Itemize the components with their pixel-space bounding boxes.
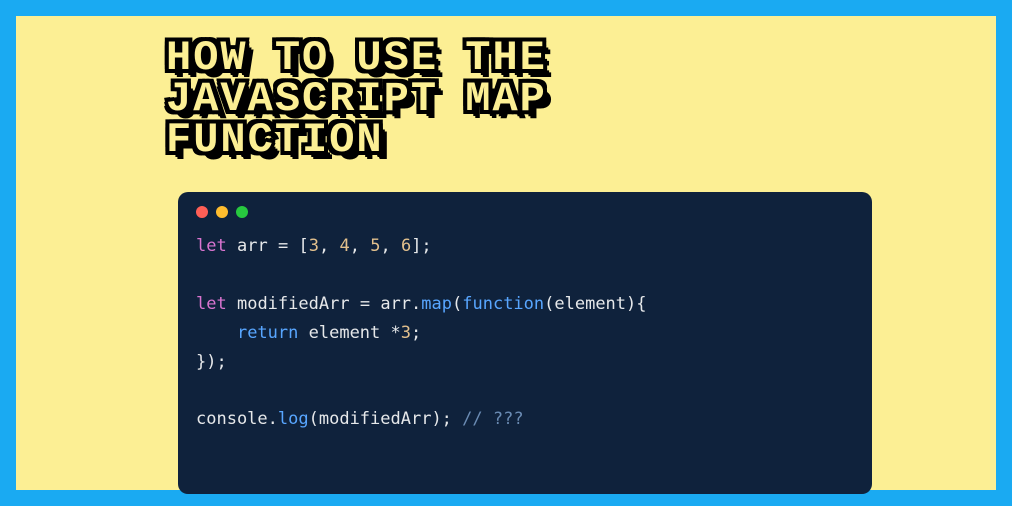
minimize-icon xyxy=(216,206,228,218)
code-expr: element xyxy=(309,323,391,343)
code-editor-window: let arr = [3, 4, 5, 6]; let modifiedArr … xyxy=(178,192,872,494)
code-paren: ( xyxy=(452,294,462,314)
code-comma: , xyxy=(380,236,390,256)
code-comma: , xyxy=(350,236,360,256)
code-dot: . xyxy=(268,409,278,429)
code-keyword: function xyxy=(462,294,544,314)
code-ident: modifiedArr xyxy=(237,294,350,314)
code-block: let arr = [3, 4, 5, 6]; let modifiedArr … xyxy=(196,232,854,434)
code-indent xyxy=(196,323,237,343)
code-args: (modifiedArr); xyxy=(309,409,452,429)
code-number: 3 xyxy=(401,323,411,343)
code-comment: // ??? xyxy=(462,409,523,429)
code-keyword: return xyxy=(237,323,298,343)
code-method: log xyxy=(278,409,309,429)
code-number: 4 xyxy=(339,236,349,256)
code-comma: , xyxy=(319,236,329,256)
code-dot: . xyxy=(411,294,421,314)
code-keyword: let xyxy=(196,294,227,314)
page-title: How to use the JavaScript map function xyxy=(166,38,547,161)
code-params: (element){ xyxy=(544,294,646,314)
code-ident: console xyxy=(196,409,268,429)
code-bracket: [ xyxy=(298,236,308,256)
code-bracket: ]; xyxy=(411,236,431,256)
canvas: How to use the JavaScript map function l… xyxy=(16,16,996,490)
code-op: = xyxy=(360,294,370,314)
code-number: 3 xyxy=(309,236,319,256)
code-ident: arr xyxy=(237,236,268,256)
code-number: 6 xyxy=(401,236,411,256)
maximize-icon xyxy=(236,206,248,218)
title-line-3: function xyxy=(166,116,384,164)
code-close: }); xyxy=(196,352,227,372)
code-op: = xyxy=(278,236,288,256)
code-method: map xyxy=(421,294,452,314)
close-icon xyxy=(196,206,208,218)
code-number: 5 xyxy=(370,236,380,256)
code-semi: ; xyxy=(411,323,421,343)
code-op: * xyxy=(391,323,401,343)
code-ident: arr xyxy=(380,294,411,314)
code-keyword: let xyxy=(196,236,227,256)
window-controls xyxy=(196,206,854,218)
